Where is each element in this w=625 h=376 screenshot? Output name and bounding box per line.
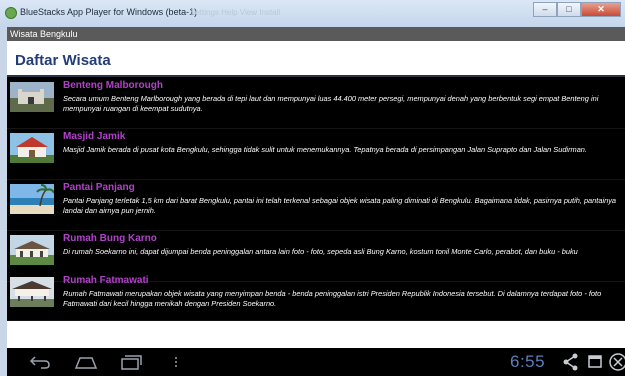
window-titlebar: BlueStacks App Player for Windows (beta-…	[0, 0, 625, 27]
window-icon[interactable]	[587, 353, 603, 371]
window-controls: – □ ✕	[533, 2, 621, 17]
share-icon[interactable]	[563, 353, 579, 371]
item-description: Masjid Jamik berada di pusat kota Bengku…	[63, 145, 587, 154]
item-title: Masjid Jamik	[63, 131, 126, 142]
faded-menu-text: Settings Help View Install	[190, 8, 281, 17]
item-description: Pantai Panjang terletak 1,5 km dari bara…	[63, 196, 617, 215]
close-window-button[interactable]: ✕	[581, 2, 621, 17]
fort-photo-thumbnail	[10, 82, 54, 112]
list-item[interactable]: Masjid Jamik Masjid Jamik berada di pusa…	[7, 128, 625, 180]
recent-apps-icon[interactable]	[120, 354, 142, 370]
menu-icon[interactable]	[173, 354, 179, 370]
clock: 6:55	[510, 352, 546, 371]
list-item[interactable]: Rumah Fatmawati Rumah Fatmawati merupaka…	[7, 272, 625, 321]
mosque-photo-thumbnail	[10, 133, 54, 163]
close-icon[interactable]	[608, 352, 625, 372]
app-action-bar: Wisata Bengkulu	[7, 27, 625, 41]
back-icon[interactable]	[29, 354, 51, 370]
bluestacks-icon	[5, 7, 17, 19]
destination-list: Benteng Malborough Secara umum Benteng M…	[7, 77, 625, 321]
window-title: BlueStacks App Player for Windows (beta-…	[20, 7, 198, 17]
item-title: Pantai Panjang	[63, 182, 135, 193]
window-left-border	[0, 27, 7, 376]
app-title: Wisata Bengkulu	[10, 29, 78, 39]
item-title: Rumah Bung Karno	[63, 233, 157, 244]
list-item[interactable]: Pantai Panjang Pantai Panjang terletak 1…	[7, 179, 625, 231]
minimize-button[interactable]: –	[533, 2, 557, 17]
item-title: Benteng Malborough	[63, 80, 163, 91]
list-item[interactable]: Benteng Malborough Secara umum Benteng M…	[7, 77, 625, 129]
house-photo-thumbnail	[10, 235, 54, 265]
maximize-button[interactable]: □	[557, 2, 581, 17]
page-title: Daftar Wisata	[15, 52, 111, 69]
item-description: Di rumah Soekarno ini, dapat dijumpai be…	[63, 247, 578, 256]
home-icon[interactable]	[74, 354, 98, 370]
beach-photo-thumbnail	[10, 184, 54, 214]
android-navigation-bar: 6:55	[7, 348, 625, 376]
item-description: Rumah Fatmawati merupakan objek wisata y…	[63, 289, 602, 308]
stilt-house-photo-thumbnail	[10, 277, 54, 307]
item-description: Secara umum Benteng Marlborough yang ber…	[63, 94, 599, 113]
item-title: Rumah Fatmawati	[63, 275, 149, 286]
